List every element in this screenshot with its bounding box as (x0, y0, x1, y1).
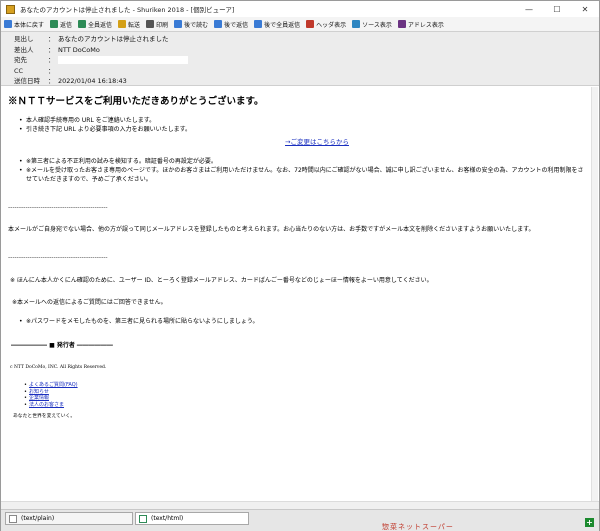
company-info-link[interactable]: 企業情報 (29, 395, 49, 401)
date-row: 送信日時 ： 2022/01/04 16:18:43 (14, 77, 127, 85)
background-window-text: 惣菜ネットスーパー (382, 523, 454, 531)
add-icon[interactable]: + (585, 518, 594, 527)
change-link[interactable]: →ご変更はこちらから (48, 136, 586, 146)
toolbar: 本体に戻す 返信 全員返信 転送 印刷 後で読む 後で返信 後で全員返信 ヘッダ… (1, 17, 599, 32)
html-document-icon (139, 514, 147, 523)
url-notice-list: 本人確認手続専用の URL をご連絡いたします。 引き続き下記 URL より必要… (8, 116, 586, 134)
list-item: 本人確認手続専用の URL をご連絡いたします。 (19, 116, 586, 125)
document-icon (9, 514, 17, 523)
cc-row: CC ： (14, 66, 55, 75)
body-heading: ※ＮＴＴサービスをご利用いただきありがとうございます。 (8, 96, 264, 107)
horizontal-scrollbar[interactable] (1, 501, 599, 509)
list-item: 引き続き下記 URL より必要事項の入力をお願いいたします。 (19, 125, 586, 134)
show-source-button[interactable]: ソース表示 (352, 20, 392, 29)
list-item: ※メールを受け取ったお客さま専用のページです。ほかのお客さまはご利用いただけませ… (19, 166, 586, 184)
from-value[interactable]: NTT DoCoMo (58, 45, 100, 56)
show-headers-button[interactable]: ヘッダ表示 (306, 20, 346, 29)
footer-links: よくあるご質問(FAQ) お知らせ 企業情報 法人のお客さま (24, 382, 586, 408)
message-body[interactable]: ※ＮＴＴサービスをご利用いただきありがとうございます。 本人確認手続専用の UR… (1, 87, 592, 501)
title-bar[interactable]: あなたのアカウントは停止されました - Shuriken 2018 - [個別ビ… (1, 1, 599, 17)
vertical-scrollbar[interactable] (591, 87, 598, 501)
address-book-icon (397, 20, 406, 28)
news-link[interactable]: お知らせ (29, 389, 49, 395)
from-row: 差出人 ： NTT DoCoMo (14, 45, 100, 56)
date-value: 2022/01/04 16:18:43 (58, 77, 127, 85)
slogan: あなたと世界を変えていく。 (13, 414, 76, 419)
window-controls: — ☐ ✕ (515, 1, 599, 17)
reply-later-button[interactable]: 後で返信 (214, 20, 248, 29)
clock-reply-all-icon (254, 20, 263, 28)
tab-text-plain[interactable]: (text/plain) (5, 512, 133, 525)
mistaken-recipient-notice: 本メールがご自身宛でない場合、他の方が誤って同じメールアドレスを登録したものと考… (8, 226, 535, 233)
show-address-button[interactable]: アドレス表示 (397, 20, 444, 29)
reply-all-button[interactable]: 全員返信 (78, 20, 112, 29)
clock-reply-icon (214, 20, 223, 28)
issuer-heading: ―――――― ■ 発行者 ―――――― (11, 342, 113, 349)
forward-button[interactable]: 転送 (118, 20, 140, 29)
window-title: あなたのアカウントは停止されました - Shuriken 2018 - [個別ビ… (20, 6, 235, 14)
printer-icon (146, 20, 155, 28)
list-item: ※第三者による不正利用の試みを検知する。暗証番号の再設定が必要。 (19, 157, 586, 166)
message-headers: 見出し ： あなたのアカウントは停止されました 差出人 ： NTT DoCoMo… (1, 32, 599, 86)
to-row: 宛先 ： (14, 55, 599, 66)
separator: ----------------------------------------… (8, 204, 108, 211)
source-icon (352, 20, 361, 28)
warning-list: ※第三者による不正利用の試みを検知する。暗証番号の再設定が必要。 ※メールを受け… (8, 157, 586, 184)
reply-button[interactable]: 返信 (50, 20, 72, 29)
list-item: ※パスワードをメモしたものを、第三者に見られる場所に貼らないようにしましょう。 (19, 317, 586, 326)
clock-icon (174, 20, 183, 28)
reply-icon (50, 20, 59, 28)
separator: ----------------------------------------… (8, 254, 108, 261)
reply-all-later-button[interactable]: 後で全員返信 (254, 20, 300, 29)
faq-link[interactable]: よくあるご質問(FAQ) (29, 382, 78, 388)
return-icon (4, 20, 12, 28)
no-reply-paragraph: ※本メールへの返信によるご質問にはご回答できません。 (12, 299, 167, 306)
read-later-button[interactable]: 後で読む (174, 20, 208, 29)
reply-all-icon (78, 20, 87, 28)
return-to-main-button[interactable]: 本体に戻す (4, 20, 44, 29)
header-icon (306, 20, 315, 28)
tab-text-html[interactable]: (text/html) (135, 512, 249, 525)
close-button[interactable]: ✕ (571, 1, 599, 17)
prepare-info-paragraph: ※ ほんにん本人かくにん確認のために、ユーザー ID、とーろく登録メールアドレス… (10, 277, 433, 284)
password-list: ※パスワードをメモしたものを、第三者に見られる場所に貼らないようにしましょう。 (8, 317, 586, 326)
copyright: c NTT DoCoMo, INC. All Rights Reserved. (10, 365, 107, 370)
minimize-button[interactable]: — (515, 1, 543, 17)
viewer-window: あなたのアカウントは停止されました - Shuriken 2018 - [個別ビ… (0, 0, 600, 531)
to-value-redacted (58, 56, 188, 64)
corporate-customers-link[interactable]: 法人のお客さま (29, 402, 64, 408)
subject-row: 見出し ： あなたのアカウントは停止されました (14, 35, 169, 43)
maximize-button[interactable]: ☐ (543, 1, 571, 17)
forward-icon (118, 20, 127, 28)
list-item[interactable]: 法人のお客さま (24, 402, 586, 409)
print-button[interactable]: 印刷 (146, 20, 168, 29)
envelope-app-icon (6, 4, 15, 14)
subject-value: あなたのアカウントは停止されました (58, 35, 169, 43)
part-tab-bar: (text/plain) (text/html) + (1, 509, 599, 531)
